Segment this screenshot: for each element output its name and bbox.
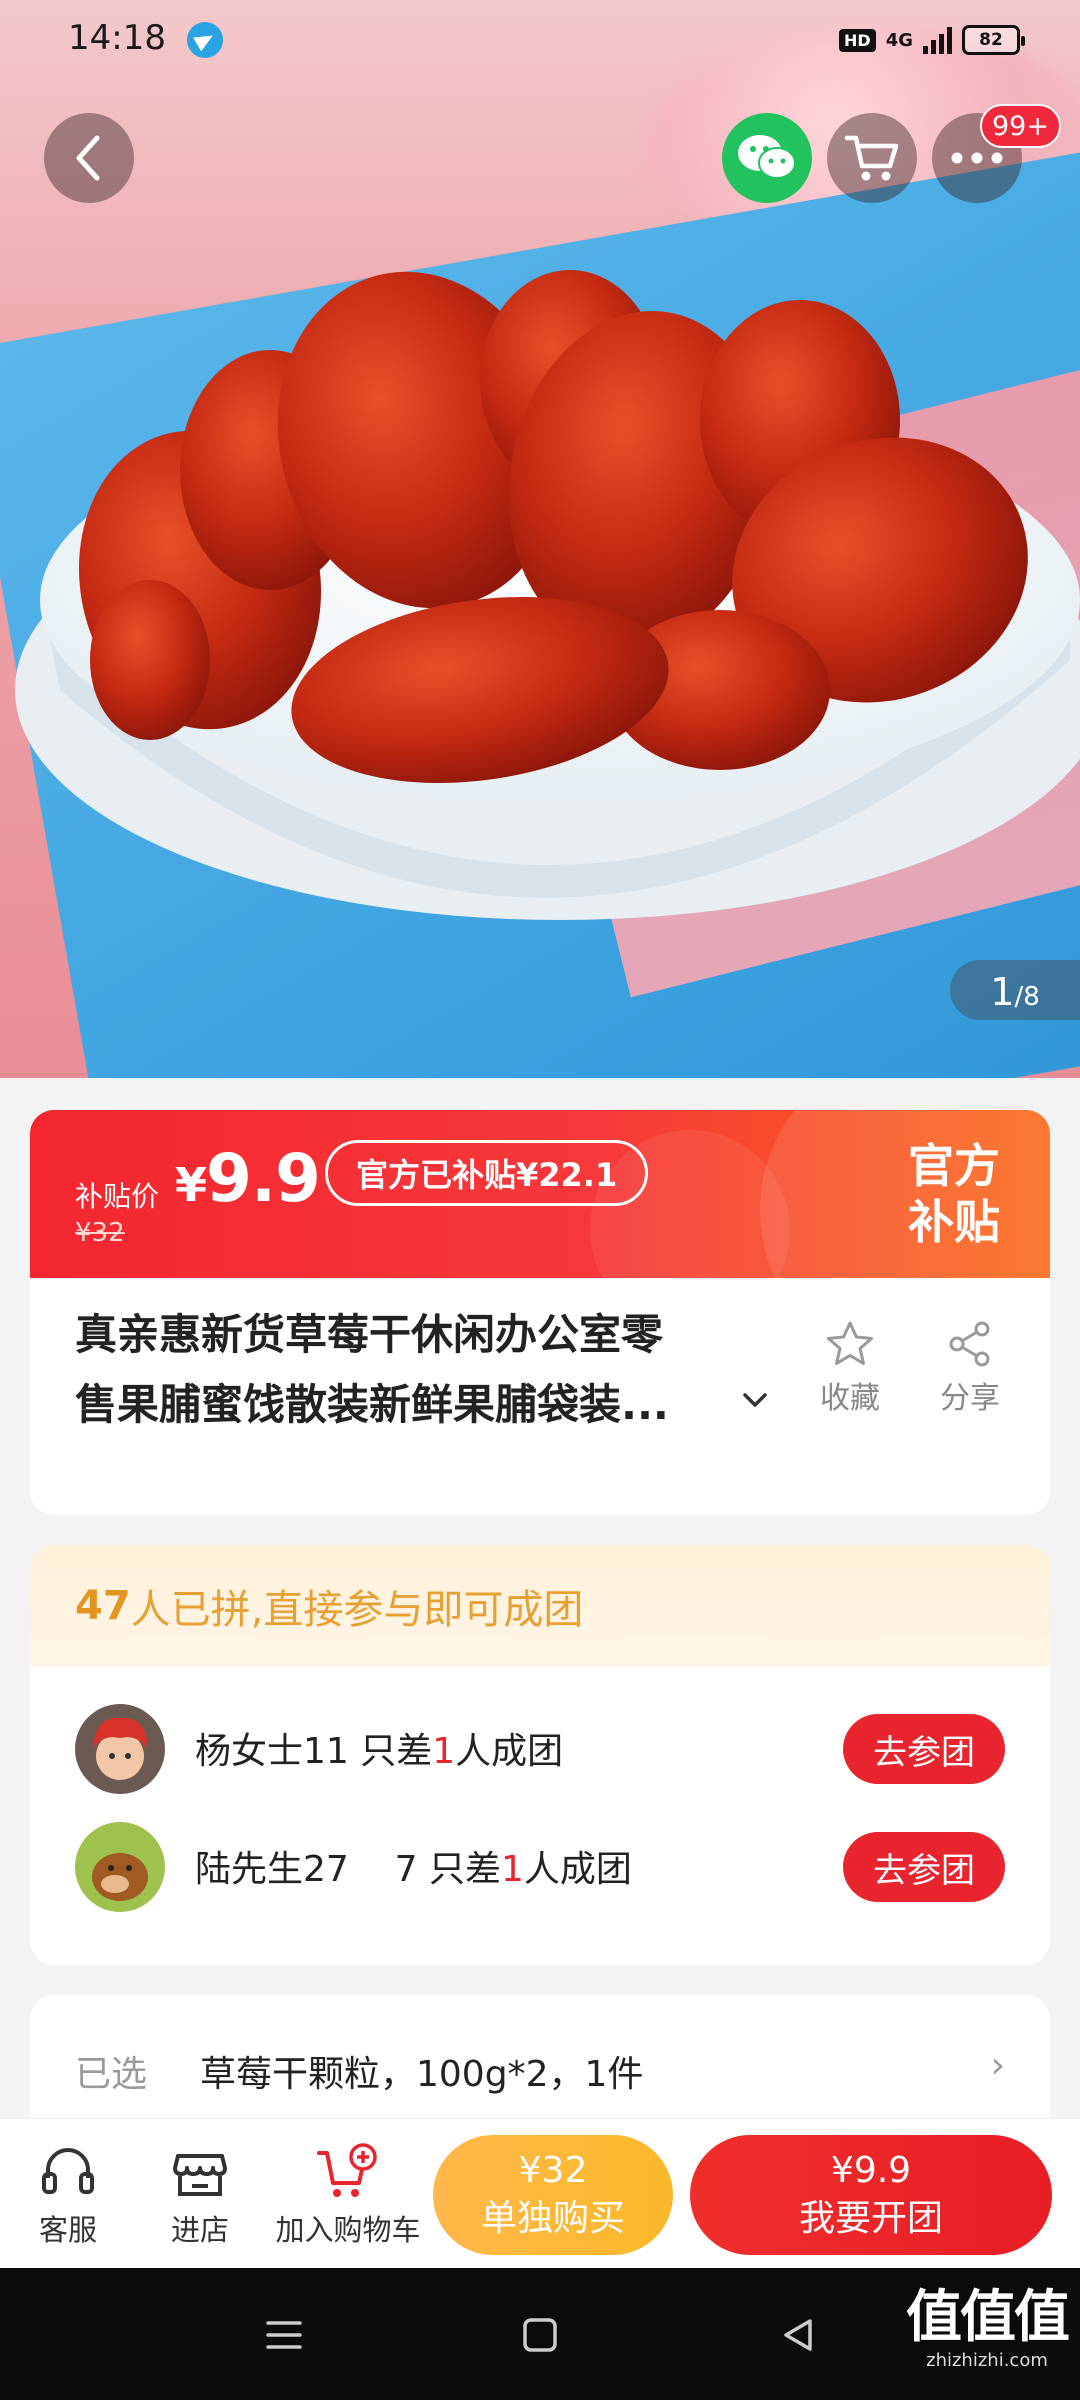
chevron-left-icon: [76, 135, 100, 181]
add-to-cart-button[interactable]: 加入购物车: [268, 2137, 428, 2249]
share-label: 分享: [940, 1381, 1000, 1416]
join-group-button[interactable]: 去参团: [843, 1714, 1005, 1784]
group-header-text: 人已拼,直接参与即可成团: [130, 1587, 584, 1633]
customer-service-button[interactable]: 客服: [28, 2137, 108, 2249]
group-need-prefix: 只差: [348, 1731, 433, 1772]
group-need-prefix: 只差: [417, 1849, 501, 1890]
watermark: 值值值 zhizhizhi.com: [906, 2285, 1070, 2372]
watermark-domain: zhizhizhi.com: [926, 2350, 1048, 2371]
chevron-right-icon: ›: [990, 2045, 1005, 2086]
group-buy-card: 47 人已拼,直接参与即可成团 杨女士11 只差1人成团 去参团 陆先生27 7 …: [30, 1545, 1050, 1965]
group-row: 杨女士11 只差1人成团 去参团: [30, 1692, 1050, 1802]
home-icon[interactable]: [518, 2313, 562, 2357]
original-price: ¥32: [75, 1218, 125, 1248]
group-leader-name: 杨女士11: [195, 1731, 349, 1772]
strawberry-bowl-illustration: [15, 270, 1080, 920]
banner-decoration: [760, 1110, 1050, 1278]
chevron-down-icon[interactable]: [735, 1380, 775, 1420]
service-label: 客服: [38, 2213, 97, 2247]
share-button[interactable]: 分享: [920, 1315, 1020, 1417]
pager-current: 1: [990, 970, 1015, 1014]
buy-alone-button[interactable]: ¥32 单独购买: [433, 2135, 673, 2255]
cart-count-badge: 99+: [980, 104, 1061, 148]
group-need-count: 1: [432, 1731, 456, 1772]
official-tag-line2: 补贴: [908, 1195, 1000, 1249]
product-image[interactable]: [0, 0, 1080, 1078]
star-icon: [827, 1321, 873, 1365]
buy-alone-label: 单独购买: [480, 2198, 625, 2239]
add-cart-icon: [317, 2143, 377, 2197]
currency-symbol: ¥: [175, 1158, 207, 1212]
battery-icon: 82: [962, 25, 1025, 55]
signal-icon: [923, 26, 952, 54]
price-banner: 补贴价 ¥9.9 ¥32 官方已补贴¥22.1 官方 补贴: [30, 1110, 1050, 1278]
store-icon: [173, 2154, 227, 2196]
title-line1: 真亲惠新货草莓干休闲办公室零: [75, 1310, 664, 1359]
official-subsidy-tag: 官方 补贴: [908, 1138, 1000, 1250]
telegram-icon: [187, 22, 223, 58]
wechat-icon: [738, 135, 796, 179]
group-need-suffix: 人成团: [455, 1731, 564, 1772]
subsidy-price-label: 补贴价: [75, 1180, 160, 1213]
cart-button[interactable]: [827, 113, 917, 203]
selected-label: 已选: [75, 2054, 148, 2095]
store-label: 进店: [170, 2213, 229, 2247]
group-need-count: 1: [500, 1849, 524, 1890]
group-price: ¥9.9: [830, 2150, 912, 2191]
hd-icon: HD: [839, 28, 876, 52]
avatar: [75, 1704, 165, 1794]
group-buy-header: 47 人已拼,直接参与即可成团: [30, 1545, 1050, 1667]
nav-back-icon[interactable]: [776, 2313, 820, 2357]
status-indicators: HD 4G 82: [839, 22, 1025, 58]
group-count: 47: [75, 1583, 131, 1629]
favorite-button[interactable]: 收藏: [800, 1315, 900, 1417]
current-price-value: 9.9: [206, 1140, 321, 1217]
image-pager: 1 /8: [950, 960, 1080, 1020]
group-info: 陆先生27 7 只差1人成团: [195, 1840, 632, 1892]
join-group-button[interactable]: 去参团: [843, 1832, 1005, 1902]
group-label: 我要开团: [798, 2198, 943, 2239]
group-row: 陆先生27 7 只差1人成团 去参团: [30, 1810, 1050, 1920]
group-info: 杨女士11 只差1人成团: [195, 1722, 563, 1774]
pager-total: /8: [1014, 982, 1040, 1012]
current-price: ¥9.9: [175, 1140, 321, 1217]
avatar: [75, 1822, 165, 1912]
selected-value: 草莓干颗粒，100g*2，1件: [200, 2054, 644, 2095]
status-time: 14:18: [68, 18, 166, 58]
back-button[interactable]: [44, 113, 134, 203]
network-label: 4G: [885, 29, 913, 51]
product-info-card: 补贴价 ¥9.9 ¥32 官方已补贴¥22.1 官方 补贴 真亲惠新货草莓干休闲…: [30, 1110, 1050, 1515]
buy-alone-price: ¥32: [518, 2150, 588, 2191]
official-subsidy-badge: 官方已补贴¥22.1: [325, 1140, 649, 1206]
cart-label: 加入购物车: [275, 2213, 421, 2247]
group-leader-name: 陆先生27 7: [195, 1849, 418, 1890]
group-need-suffix: 人成团: [523, 1849, 632, 1890]
more-icon: [951, 152, 1003, 164]
cart-icon: [844, 135, 899, 181]
share-icon: [949, 1321, 990, 1367]
product-title: 真亲惠新货草莓干休闲办公室零 售果脯蜜饯散装新鲜果脯袋装...: [75, 1300, 735, 1440]
favorite-label: 收藏: [820, 1381, 880, 1416]
title-line2: 售果脯蜜饯散装新鲜果脯袋装...: [75, 1380, 669, 1429]
start-group-button[interactable]: ¥9.9 我要开团: [690, 2135, 1052, 2255]
menu-icon[interactable]: [262, 2313, 306, 2357]
bottom-action-bar: 客服 进店 加入购物车 ¥32 单独购买 ¥9.9 我要开团: [0, 2118, 1080, 2268]
watermark-logo: 值值值: [906, 2285, 1070, 2350]
store-button[interactable]: 进店: [160, 2137, 240, 2249]
official-tag-line1: 官方: [908, 1139, 1000, 1193]
status-bar: 14:18 HD 4G 82: [0, 0, 1080, 80]
wechat-share-button[interactable]: [722, 113, 812, 203]
headset-icon: [42, 2148, 94, 2194]
